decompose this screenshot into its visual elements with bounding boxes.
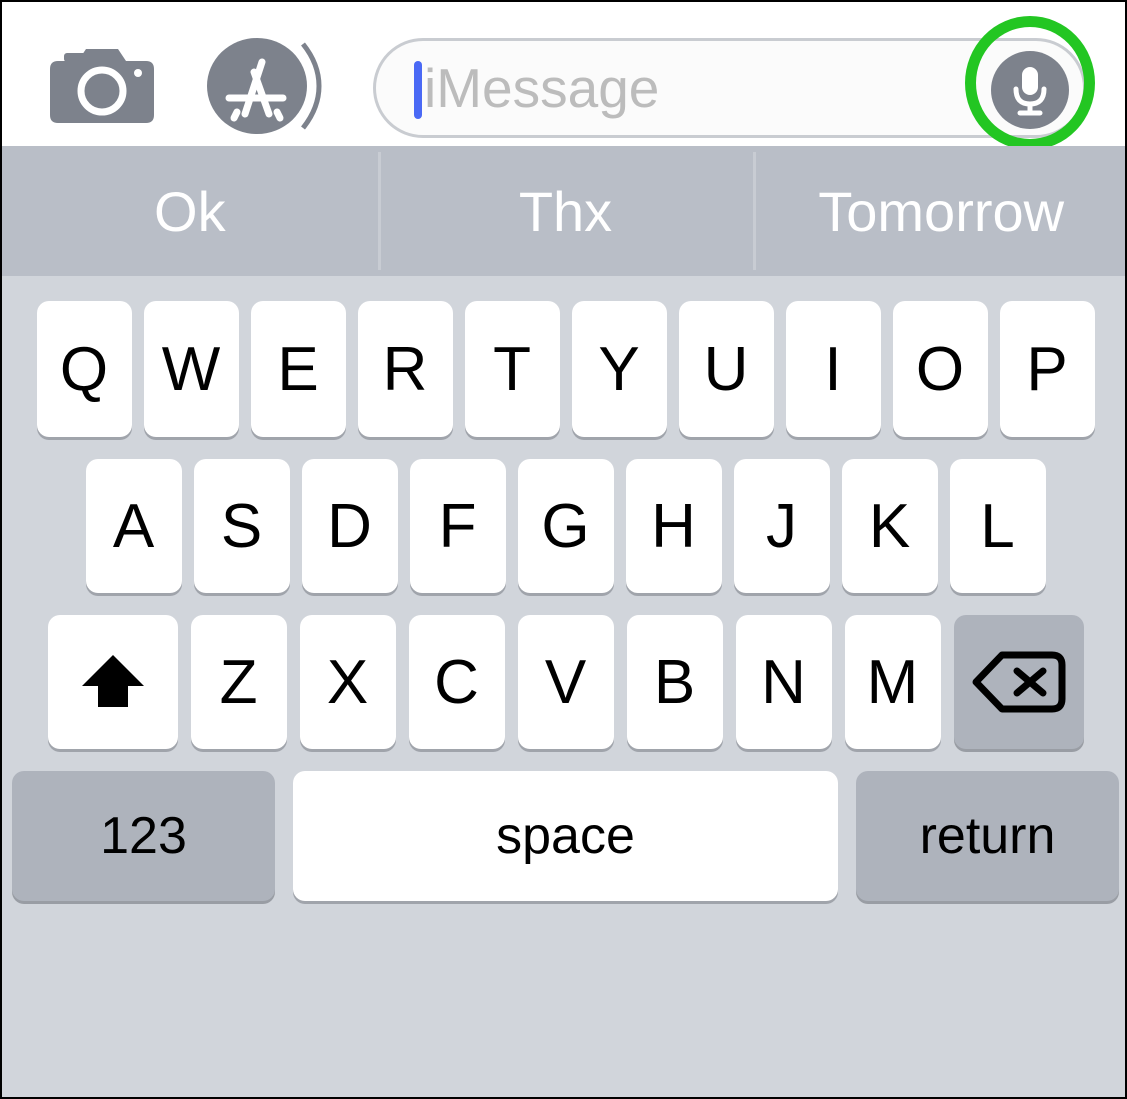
text-cursor: [414, 61, 422, 119]
key-f[interactable]: F: [409, 459, 506, 593]
message-field-mic-button[interactable]: [991, 51, 1069, 129]
key-k[interactable]: K: [841, 459, 938, 593]
camera-icon[interactable]: [50, 47, 154, 125]
key-j[interactable]: J: [733, 459, 830, 593]
suggestion-ok[interactable]: Ok: [2, 146, 378, 276]
key-t[interactable]: T: [464, 301, 560, 437]
delete-key[interactable]: [953, 615, 1084, 749]
key-q[interactable]: Q: [36, 301, 132, 437]
suggestion-thx[interactable]: Thx: [377, 146, 754, 276]
iphone-keyboard-screen: iMessage Ok Thx Tomorrow Q W E R T Y U I…: [0, 0, 1127, 1099]
message-input-placeholder: iMessage: [424, 57, 660, 119]
predictive-suggestion-bar: Ok Thx Tomorrow: [2, 146, 1125, 276]
key-v[interactable]: V: [517, 615, 614, 749]
shift-arrow-icon: [81, 655, 144, 707]
app-store-icon[interactable]: [207, 36, 325, 136]
key-s[interactable]: S: [193, 459, 290, 593]
key-e[interactable]: E: [250, 301, 346, 437]
keyboard-row-4: 123 space return: [2, 749, 1125, 901]
message-compose-bar: iMessage: [2, 2, 1125, 150]
key-h[interactable]: H: [625, 459, 722, 593]
keyboard-row-3: Z X C V B N M: [2, 593, 1125, 749]
key-b[interactable]: B: [626, 615, 723, 749]
key-z[interactable]: Z: [190, 615, 287, 749]
key-o[interactable]: O: [892, 301, 988, 437]
key-n[interactable]: N: [735, 615, 832, 749]
virtual-keyboard: Q W E R T Y U I O P A S D F G H J K L Z …: [2, 276, 1125, 1097]
message-input-field[interactable]: iMessage: [373, 38, 1086, 138]
key-l[interactable]: L: [949, 459, 1046, 593]
keyboard-row-1: Q W E R T Y U I O P: [2, 276, 1125, 437]
key-r[interactable]: R: [357, 301, 453, 437]
suggestion-tomorrow[interactable]: Tomorrow: [753, 146, 1125, 276]
key-g[interactable]: G: [517, 459, 614, 593]
return-key[interactable]: return: [856, 771, 1119, 901]
key-c[interactable]: C: [408, 615, 505, 749]
shift-key[interactable]: [47, 615, 178, 749]
key-p[interactable]: P: [999, 301, 1095, 437]
key-x[interactable]: X: [299, 615, 396, 749]
delete-backspace-icon: [972, 651, 1065, 713]
numeric-key[interactable]: 123: [12, 771, 275, 901]
key-u[interactable]: U: [678, 301, 774, 437]
key-m[interactable]: M: [844, 615, 941, 749]
keyboard-row-2: A S D F G H J K L: [2, 437, 1125, 593]
key-d[interactable]: D: [301, 459, 398, 593]
key-y[interactable]: Y: [571, 301, 667, 437]
key-a[interactable]: A: [85, 459, 182, 593]
space-key[interactable]: space: [293, 771, 838, 901]
key-w[interactable]: W: [143, 301, 239, 437]
key-i[interactable]: I: [785, 301, 881, 437]
